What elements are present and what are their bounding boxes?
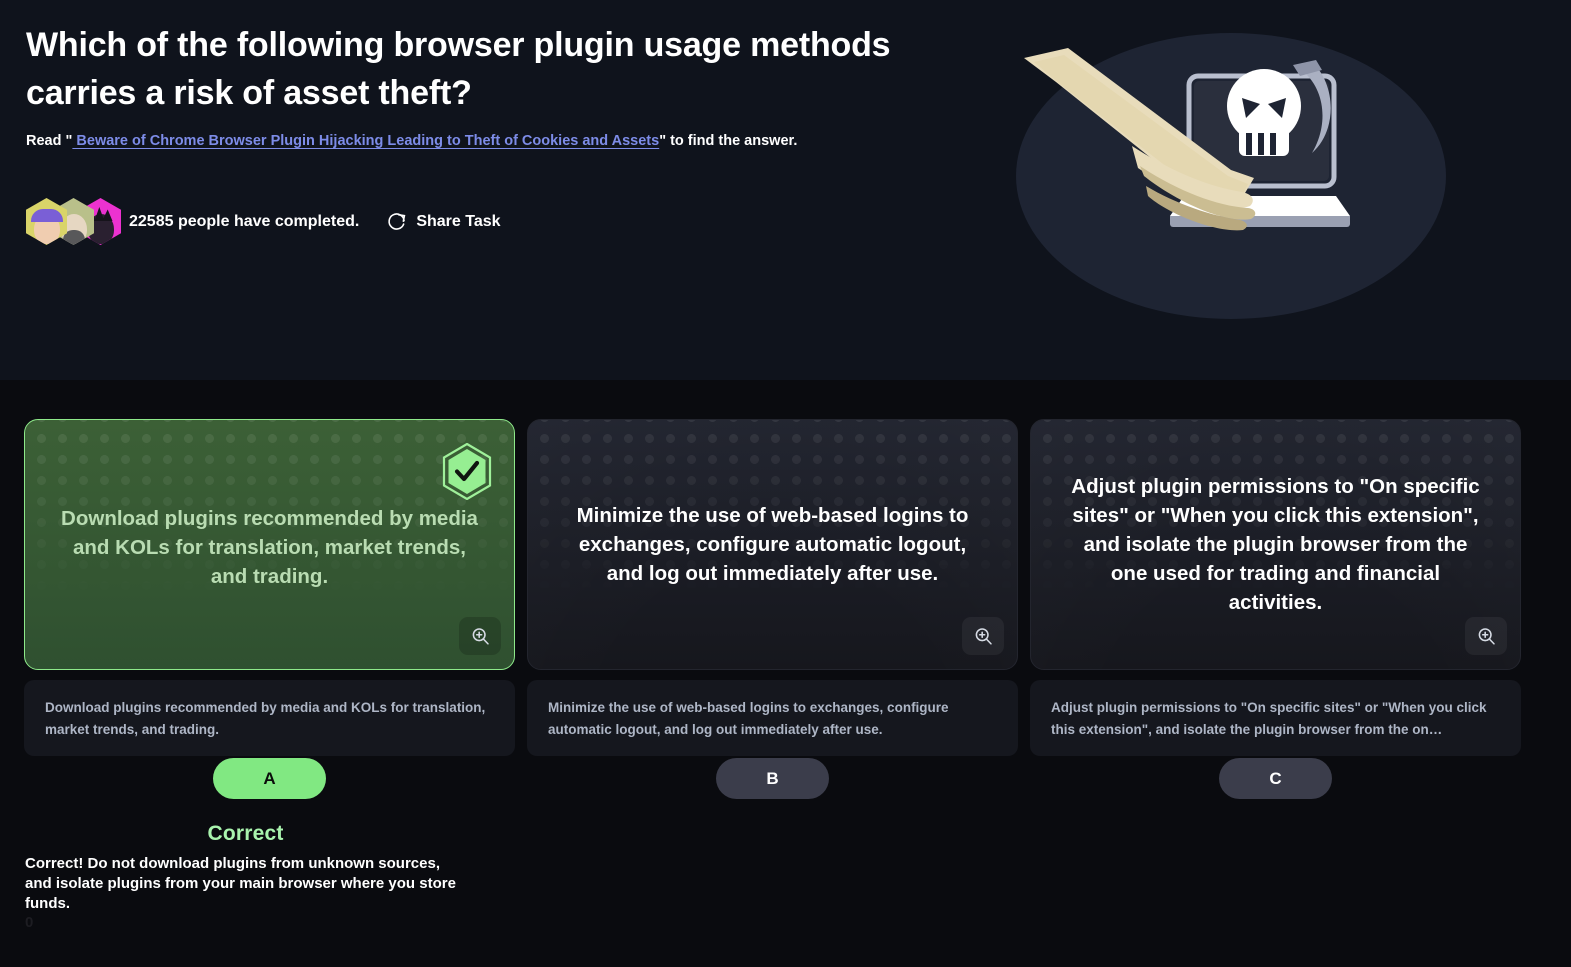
option-column-b: Minimize the use of web-based logins to … [527, 419, 1018, 756]
option-caption-c: Adjust plugin permissions to "On specifi… [1051, 700, 1487, 738]
stats-row: 22585 people have completed. Share Task [26, 198, 501, 245]
article-link[interactable]: Beware of Chrome Browser Plugin Hijackin… [72, 133, 659, 149]
answer-button-a[interactable]: A [213, 758, 326, 799]
avatar-group [26, 198, 121, 245]
answer-buttons-row: A B C [24, 758, 1521, 799]
share-task-label: Share Task [416, 212, 501, 230]
trailing-character: 0 [25, 913, 34, 931]
laptop-skull-hand-illustration [1016, 0, 1446, 330]
option-text-b: Minimize the use of web-based logins to … [576, 503, 969, 586]
option-caption-box-c: Adjust plugin permissions to "On specifi… [1030, 680, 1521, 756]
hero-section: Which of the following browser plugin us… [0, 0, 1571, 380]
answer-cell-c: C [1030, 758, 1521, 799]
avatar [26, 198, 67, 245]
zoom-in-icon[interactable] [459, 617, 501, 655]
option-text-c: Adjust plugin permissions to "On specifi… [1071, 474, 1480, 615]
hero-text-block: Which of the following browser plugin us… [26, 22, 1006, 153]
option-caption-b: Minimize the use of web-based logins to … [548, 700, 949, 738]
option-card-c[interactable]: Adjust plugin permissions to "On specifi… [1030, 419, 1521, 670]
option-column-a: Download plugins recommended by media an… [24, 419, 515, 756]
share-task-button[interactable]: Share Task [387, 212, 501, 232]
share-icon [387, 212, 407, 232]
completion-count: 22585 people have completed. [129, 212, 360, 230]
option-card-b[interactable]: Minimize the use of web-based logins to … [527, 419, 1018, 670]
answer-cell-a: A [24, 758, 515, 799]
check-hexagon-icon [442, 442, 492, 501]
read-prefix: Read " [26, 133, 73, 150]
zoom-in-icon[interactable] [1465, 617, 1507, 655]
feedback-block: Correct Correct! Do not download plugins… [0, 822, 491, 931]
option-cards-row: Download plugins recommended by media an… [24, 419, 1521, 756]
page-title: Which of the following browser plugin us… [26, 26, 891, 112]
read-article-line: Read " Beware of Chrome Browser Plugin H… [26, 131, 1006, 153]
answer-button-b[interactable]: B [716, 758, 829, 799]
option-text-a: Download plugins recommended by media an… [61, 506, 478, 589]
answer-cell-b: B [527, 758, 1018, 799]
verdict-label: Correct [207, 822, 284, 845]
option-caption-box-b: Minimize the use of web-based logins to … [527, 680, 1018, 756]
verdict-detail: Correct! Do not download plugins from un… [25, 855, 456, 912]
option-caption-box-a: Download plugins recommended by media an… [24, 680, 515, 756]
zoom-in-icon[interactable] [962, 617, 1004, 655]
read-suffix: " to find the answer. [659, 133, 798, 150]
option-card-a[interactable]: Download plugins recommended by media an… [24, 419, 515, 670]
options-section: Download plugins recommended by media an… [0, 380, 1571, 967]
option-column-c: Adjust plugin permissions to "On specifi… [1030, 419, 1521, 756]
answer-button-c[interactable]: C [1219, 758, 1332, 799]
option-caption-a: Download plugins recommended by media an… [45, 700, 486, 738]
